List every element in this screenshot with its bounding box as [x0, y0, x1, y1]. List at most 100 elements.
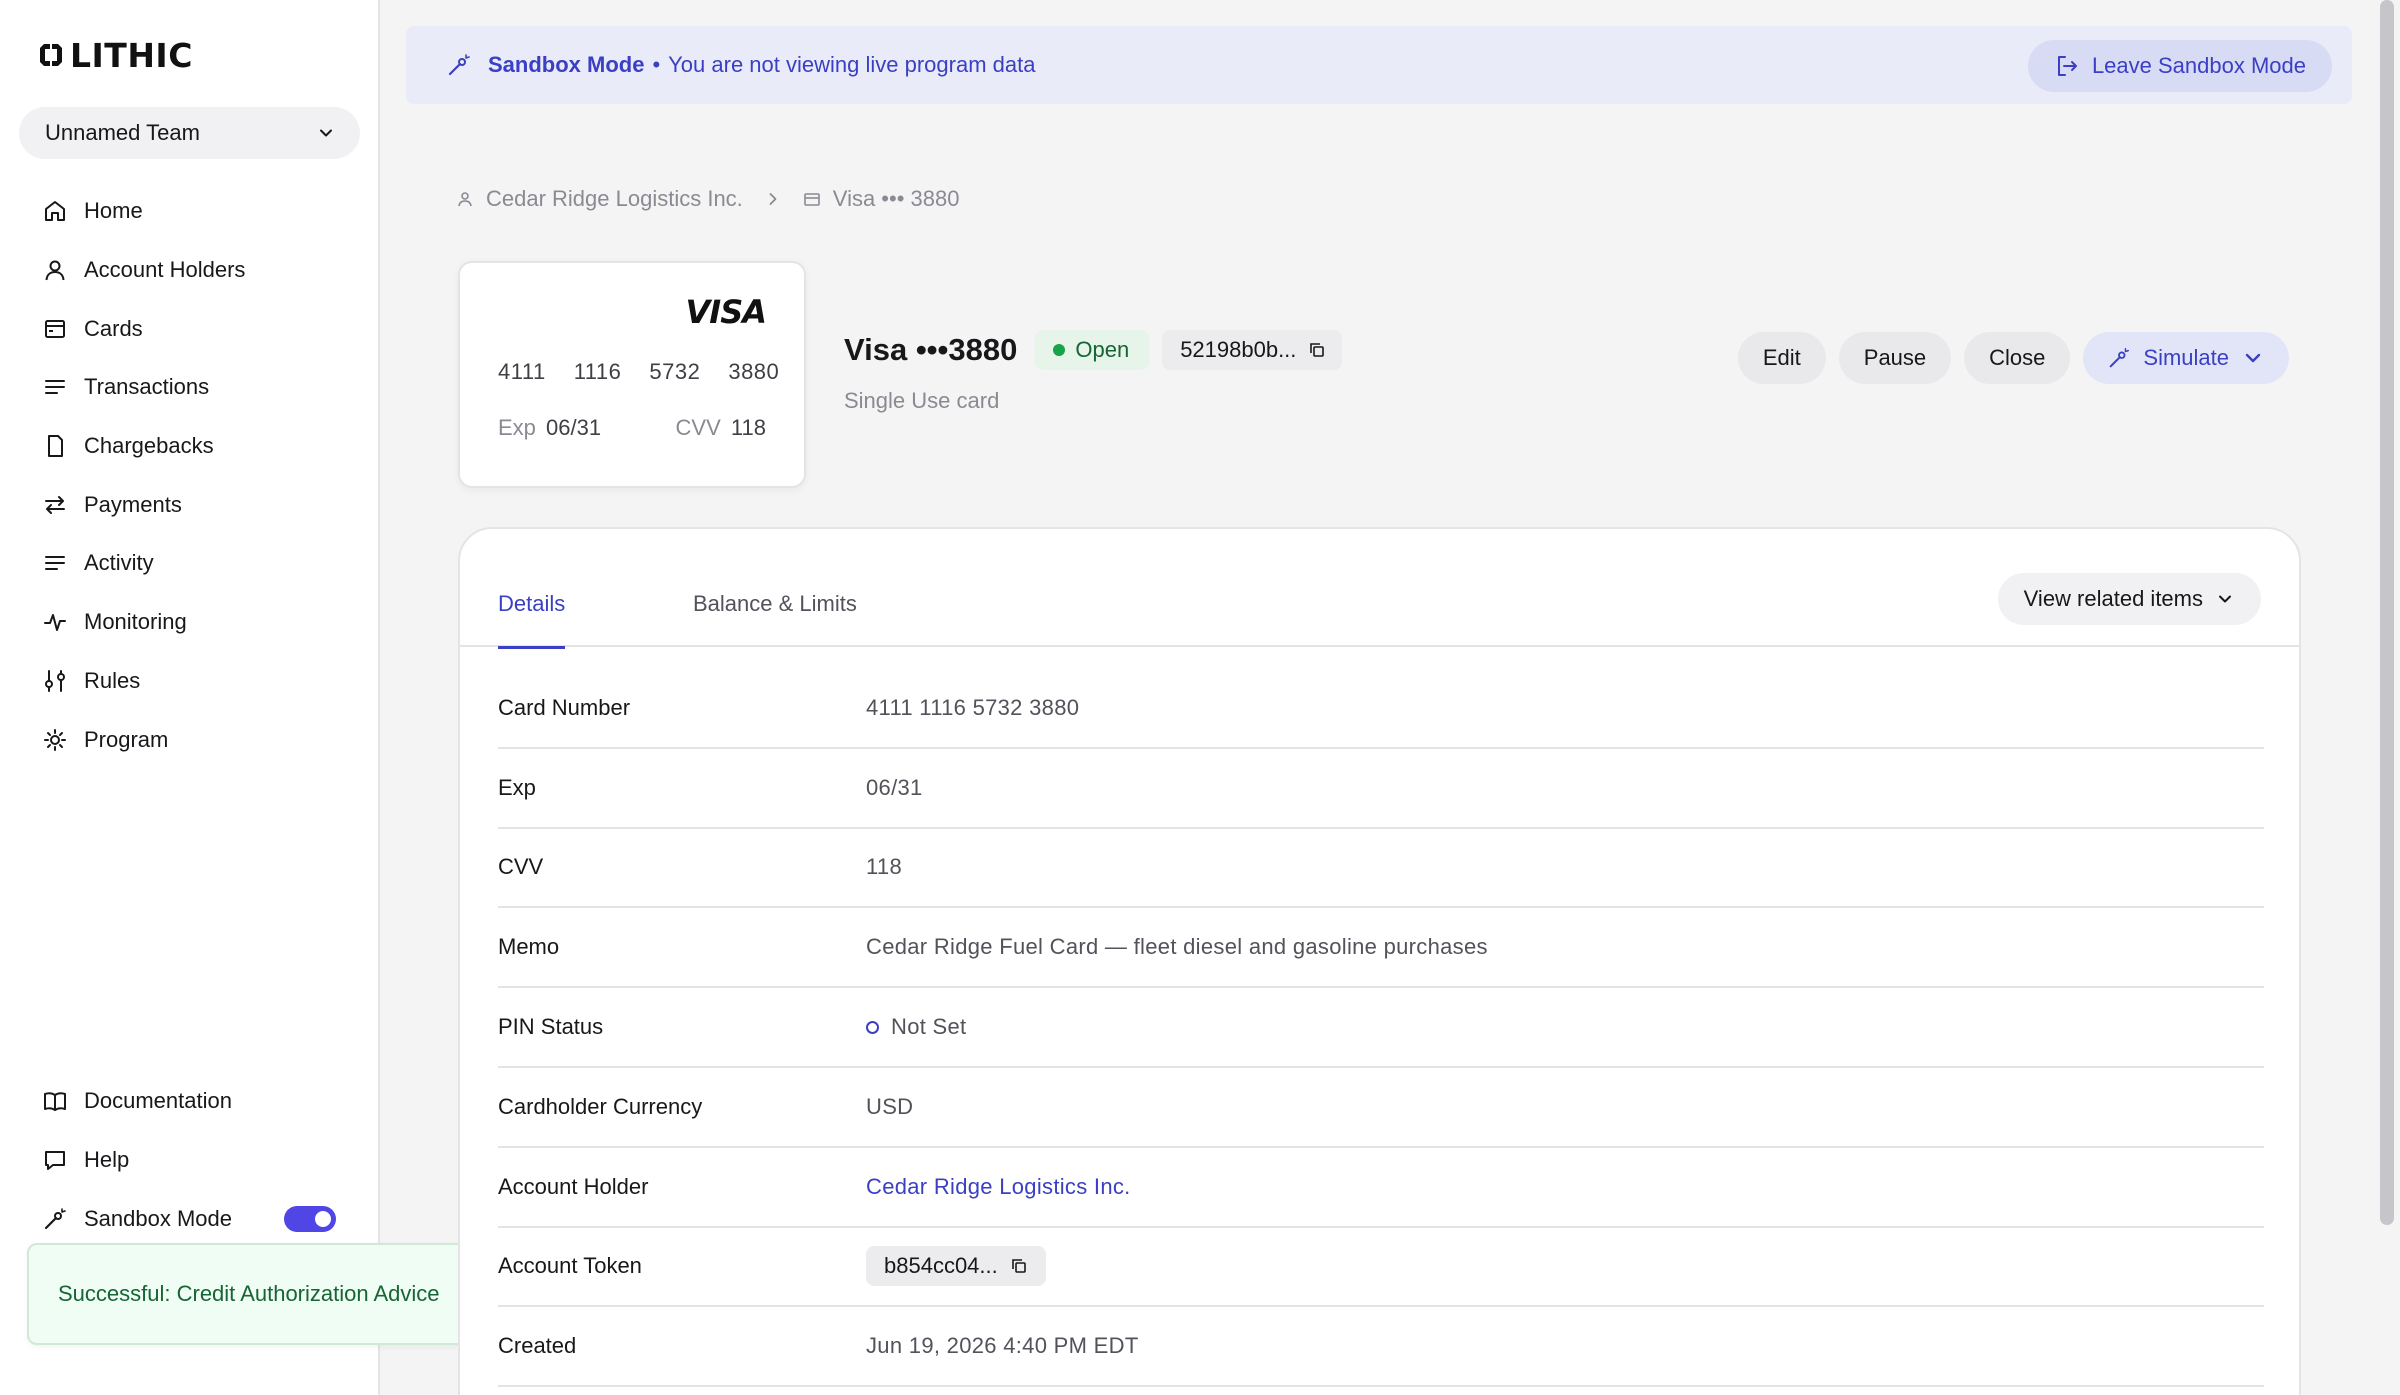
view-related-items-button[interactable]: View related items: [1997, 573, 2261, 625]
copy-icon[interactable]: [1010, 1257, 1028, 1275]
list-icon: [45, 380, 65, 395]
account-holder-link[interactable]: Cedar Ridge Logistics Inc.: [866, 1174, 1131, 1200]
simulate-label: Simulate: [2143, 345, 2229, 370]
card-icon: [803, 193, 820, 206]
sidebar-item-chargebacks[interactable]: Chargebacks: [0, 417, 380, 476]
sidebar-item-documentation[interactable]: Documentation: [0, 1072, 380, 1131]
lithic-mark-icon: [40, 44, 62, 66]
status-label: Open: [1075, 337, 1130, 362]
user-icon: [45, 260, 65, 281]
card-details-panel: Details Balance & Limits View related it…: [458, 527, 2301, 1395]
close-card-button[interactable]: Close: [1964, 332, 2071, 384]
book-icon: [44, 1092, 66, 1112]
sidebar-item-activity[interactable]: Activity: [0, 534, 380, 593]
card-header: Visa •••3880 Open 52198b0b...: [844, 330, 1343, 370]
breadcrumb-holder[interactable]: Cedar Ridge Logistics Inc.: [486, 186, 743, 212]
team-selector[interactable]: Unnamed Team: [19, 107, 360, 159]
exp-label: Exp: [498, 415, 536, 440]
user-icon: [458, 192, 472, 207]
card-number-group: 1116: [573, 359, 622, 384]
card-exp-display: Exp 06/31: [498, 415, 601, 441]
sidebar-item-help[interactable]: Help: [0, 1131, 380, 1190]
chevron-right-icon: [769, 193, 777, 205]
cvv-value: 118: [730, 415, 766, 440]
detail-row-memo: Memo Cedar Ridge Fuel Card — fleet diese…: [498, 908, 2264, 989]
edit-button[interactable]: Edit: [1737, 332, 1826, 384]
pin-status-text: Not Set: [891, 1014, 967, 1040]
sidebar-item-cards[interactable]: Cards: [0, 299, 380, 358]
account-token-value: b854cc04...: [884, 1253, 998, 1279]
leave-sandbox-button[interactable]: Leave Sandbox Mode: [2027, 40, 2332, 92]
wand-icon: [2110, 348, 2130, 368]
cvv-label: CVV: [675, 415, 721, 440]
sandbox-mode-toggle[interactable]: [284, 1205, 336, 1232]
breadcrumb: Cedar Ridge Logistics Inc. Visa ••• 3880: [456, 186, 959, 212]
detail-label: Memo: [498, 934, 560, 960]
banner-message: You are not viewing live program data: [668, 52, 1036, 77]
brand-name: LITHIC: [70, 35, 193, 75]
chevron-down-icon: [2245, 353, 2261, 363]
sidebar-item-payments[interactable]: Payments: [0, 475, 380, 534]
tab-balance-limits[interactable]: Balance & Limits: [693, 591, 857, 647]
banner-mode: Sandbox Mode: [488, 52, 645, 77]
card-cvv-display: CVV 118: [676, 415, 766, 441]
card-token-chip[interactable]: 52198b0b...: [1162, 330, 1343, 370]
breadcrumb-card[interactable]: Visa ••• 3880: [833, 186, 960, 212]
detail-label: Created: [498, 1333, 577, 1359]
detail-label: Cardholder Currency: [498, 1093, 703, 1119]
scrollbar-thumb[interactable]: [2380, 0, 2394, 1225]
detail-label: Exp: [498, 774, 536, 800]
pause-button[interactable]: Pause: [1838, 332, 1952, 384]
status-ring-icon: [866, 1020, 879, 1034]
detail-row-created: Created Jun 19, 2026 4:40 PM EDT: [498, 1307, 2264, 1388]
status-badge: Open: [1035, 330, 1150, 370]
arrows-icon: [45, 495, 65, 514]
scrollbar[interactable]: [2372, 0, 2400, 1395]
sidebar-item-monitoring[interactable]: Monitoring: [0, 593, 380, 652]
detail-label: Account Token: [498, 1253, 642, 1279]
lithic-logo[interactable]: LITHIC: [36, 35, 193, 75]
detail-label: PIN Status: [498, 1014, 604, 1040]
simulate-button[interactable]: Simulate: [2083, 332, 2289, 384]
details-list: Card Number 4111 1116 5732 3880 Exp 06/3…: [498, 669, 2264, 1388]
sidebar-item-sandbox-mode[interactable]: Sandbox Mode: [0, 1189, 380, 1248]
status-dot-icon: [1053, 344, 1066, 356]
card-icon: [45, 319, 65, 338]
detail-row-pin-status: PIN Status Not Set: [498, 988, 2264, 1068]
pulse-icon: [44, 614, 66, 632]
tab-details[interactable]: Details: [498, 591, 566, 649]
detail-row-cvv: CVV 118: [498, 829, 2264, 909]
sidebar-item-rules[interactable]: Rules: [0, 652, 380, 711]
account-token-chip[interactable]: b854cc04...: [866, 1246, 1046, 1287]
sidebar-item-label: Help: [84, 1147, 130, 1173]
sidebar-item-label: Activity: [84, 550, 154, 576]
detail-row-card-number: Card Number 4111 1116 5732 3880: [498, 669, 2264, 749]
pin-status-value[interactable]: Not Set: [866, 1014, 966, 1040]
gear-icon: [44, 728, 66, 751]
card-subtitle: Single Use card: [844, 388, 1000, 413]
card-number-group: 5732: [649, 359, 701, 384]
detail-label: Account Holder: [498, 1173, 649, 1199]
sidebar-item-transactions[interactable]: Transactions: [0, 358, 380, 417]
sidebar-item-label: Transactions: [84, 374, 210, 400]
sidebar-item-label: Home: [84, 198, 143, 224]
exp-value: 06/31: [546, 415, 602, 440]
chevron-down-icon: [2219, 595, 2231, 603]
sidebar-item-label: Rules: [84, 667, 141, 693]
card-visual: VISA 4111 1116 5732 3880 Exp 06/31 CVV 1…: [458, 261, 806, 488]
card-number-group: 3880: [728, 359, 780, 384]
document-icon: [48, 435, 63, 458]
wand-icon: [44, 1207, 66, 1229]
detail-value: 118: [866, 854, 902, 880]
sidebar-item-label: Monitoring: [84, 609, 187, 635]
sidebar-item-account-holders[interactable]: Account Holders: [0, 241, 380, 300]
detail-value: 06/31: [866, 774, 923, 800]
sidebar-item-program[interactable]: Program: [0, 710, 380, 769]
detail-label: Card Number: [498, 694, 631, 720]
sidebar-item-home[interactable]: Home: [0, 182, 380, 241]
card-token: 52198b0b...: [1180, 337, 1297, 362]
copy-icon[interactable]: [1308, 341, 1326, 359]
home-icon: [45, 201, 65, 222]
chevron-down-icon: [320, 129, 332, 137]
sliders-icon: [45, 669, 65, 692]
